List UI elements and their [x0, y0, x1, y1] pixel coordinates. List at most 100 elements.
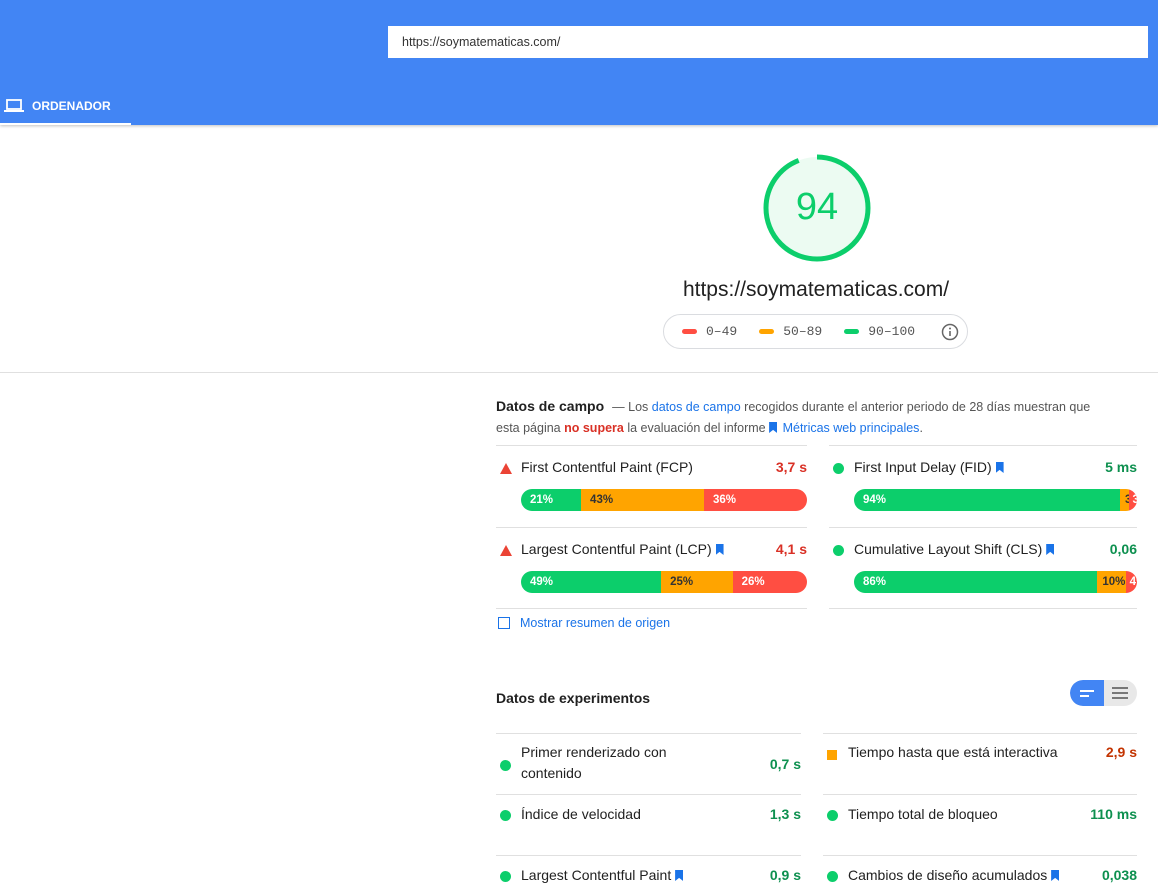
bookmark-icon [675, 870, 684, 881]
metric-value: 0,9 s [769, 867, 801, 883]
metric-value: 0,7 s [769, 756, 801, 772]
metric-value: 5 ms [1105, 459, 1137, 475]
metric-name-text: Largest Contentful Paint [521, 867, 672, 883]
field-metric-cls: Cumulative Layout Shift (CLS) 0,06 86% 1… [829, 527, 1137, 609]
distribution-bar: 86% 10% 4% [854, 571, 1137, 593]
legend-swatch-average [759, 329, 775, 334]
metric-name: Largest Contentful Paint [521, 865, 685, 886]
section-divider [0, 372, 1158, 373]
expanded-view-icon-line [1112, 692, 1129, 694]
info-icon[interactable] [941, 323, 959, 341]
legend-swatch-pass [844, 329, 860, 334]
metric-value: 0,06 [1109, 541, 1137, 557]
bookmark-icon [995, 462, 1004, 473]
legend-label-fail: 0–49 [706, 324, 738, 339]
lab-metric-tti: Tiempo hasta que está interactiva 2,9 s [823, 733, 1137, 794]
metric-value: 110 ms [1090, 806, 1137, 822]
dist-poor: 3% [1128, 489, 1137, 511]
pass-circle-icon [833, 463, 844, 474]
legend-item-pass: 90–100 [844, 324, 915, 339]
lab-metric-tbt: Tiempo total de bloqueo 110 ms [823, 794, 1137, 855]
lab-metric-fcp: Primer renderizado con contenido 0,7 s [496, 733, 801, 794]
pass-circle-icon [833, 545, 844, 556]
tab-desktop-label: ORDENADOR [32, 98, 111, 113]
origin-summary-checkbox[interactable] [498, 617, 510, 629]
bookmark-icon [715, 544, 724, 555]
tab-active-indicator [0, 123, 131, 125]
lab-metric-cls: Cambios de diseño acumulados 0,038 [823, 855, 1137, 891]
metric-name: Tiempo total de bloqueo [848, 806, 998, 822]
pass-circle-icon [500, 760, 511, 771]
dist-good: 94% [854, 489, 1121, 511]
metric-name: Tiempo hasta que está interactiva [848, 744, 1058, 760]
dist-good: 49% [521, 571, 662, 593]
dist-poor: 36% [704, 489, 807, 511]
metric-name-text: Cambios de diseño acumulados [848, 867, 1048, 883]
pass-circle-icon [500, 871, 511, 882]
url-input[interactable] [388, 26, 1148, 58]
analyzed-url: https://soymatematicas.com/ [682, 278, 950, 301]
metric-name-text: Largest Contentful Paint (LCP) [521, 541, 712, 557]
metric-name: Cumulative Layout Shift (CLS) [854, 541, 1056, 557]
dist-average: 43% [581, 489, 705, 511]
distribution-bar: 49% 25% 26% [521, 571, 807, 593]
compact-view-icon-line [1079, 694, 1089, 697]
legend-swatch-fail [682, 329, 697, 334]
average-square-icon [827, 750, 837, 760]
field-desc-text-4: . [919, 421, 923, 435]
pass-circle-icon [500, 810, 511, 821]
header-bar: ORDENADOR [0, 0, 1158, 125]
distribution-bar: 21% 43% 36% [521, 489, 807, 511]
field-metric-fcp: First Contentful Paint (FCP) 3,7 s 21% 4… [496, 445, 807, 527]
metric-value: 2,9 s [1105, 744, 1137, 760]
metric-name: Primer renderizado con contenido [521, 744, 667, 781]
dist-average: 10% [1097, 571, 1126, 593]
bookmark-icon [1046, 544, 1055, 555]
legend-item-average: 50–89 [759, 324, 822, 339]
field-desc-text-3: la evaluación del informe [623, 421, 770, 435]
fail-triangle-icon [500, 545, 512, 556]
core-web-vitals-link[interactable]: Métricas web principales [769, 421, 919, 435]
metric-name: Índice de velocidad [521, 806, 641, 822]
dist-good: 86% [854, 571, 1098, 593]
metric-value: 1,3 s [769, 806, 801, 822]
field-data-link[interactable]: datos de campo [652, 400, 741, 414]
laptop-icon [4, 98, 24, 112]
expanded-view-button[interactable] [1104, 680, 1138, 706]
field-metric-lcp: Largest Contentful Paint (LCP) 4,1 s 49%… [496, 527, 807, 609]
pass-circle-icon [827, 871, 838, 882]
field-data-description: Datos de campo — Los datos de campo recog… [496, 396, 1116, 439]
expanded-view-icon [1112, 687, 1129, 689]
tab-desktop[interactable]: ORDENADOR [0, 86, 131, 125]
metric-value: 4,1 s [775, 541, 807, 557]
performance-score: 94 [795, 186, 839, 228]
divider [829, 608, 1137, 609]
field-desc-text-1: — Los [612, 400, 652, 414]
bookmark-icon [769, 422, 778, 433]
compact-view-icon [1079, 689, 1094, 692]
metric-value: 0,038 [1101, 867, 1137, 883]
origin-summary-toggle[interactable]: Mostrar resumen de origen [498, 616, 670, 630]
metric-value: 3,7 s [775, 459, 807, 475]
field-data-title: Datos de campo [496, 398, 605, 414]
expanded-view-icon-line [1112, 697, 1129, 699]
legend-item-fail: 0–49 [682, 324, 737, 339]
dist-good: 21% [521, 489, 582, 511]
metric-name-text: Cumulative Layout Shift (CLS) [854, 541, 1043, 557]
origin-summary-label: Mostrar resumen de origen [520, 616, 671, 630]
legend-label-average: 50–89 [783, 324, 823, 339]
view-toggle [1070, 680, 1137, 706]
divider [496, 608, 807, 609]
dist-average: 25% [661, 571, 733, 593]
fail-triangle-icon [500, 463, 512, 474]
score-legend: 0–49 50–89 90–100 [663, 314, 968, 349]
metric-name-text: First Input Delay (FID) [854, 459, 992, 475]
dist-average: 3% [1120, 489, 1137, 511]
distribution-bar: 94% 3% 3% [854, 489, 1137, 511]
legend-label-pass: 90–100 [868, 324, 916, 339]
core-web-vitals-link-label: Métricas web principales [782, 421, 920, 435]
compact-view-button[interactable] [1070, 680, 1104, 706]
assessment-failed: no supera [564, 421, 624, 435]
lab-data-title: Datos de experimentos [496, 690, 651, 706]
bookmark-icon [1051, 870, 1060, 881]
